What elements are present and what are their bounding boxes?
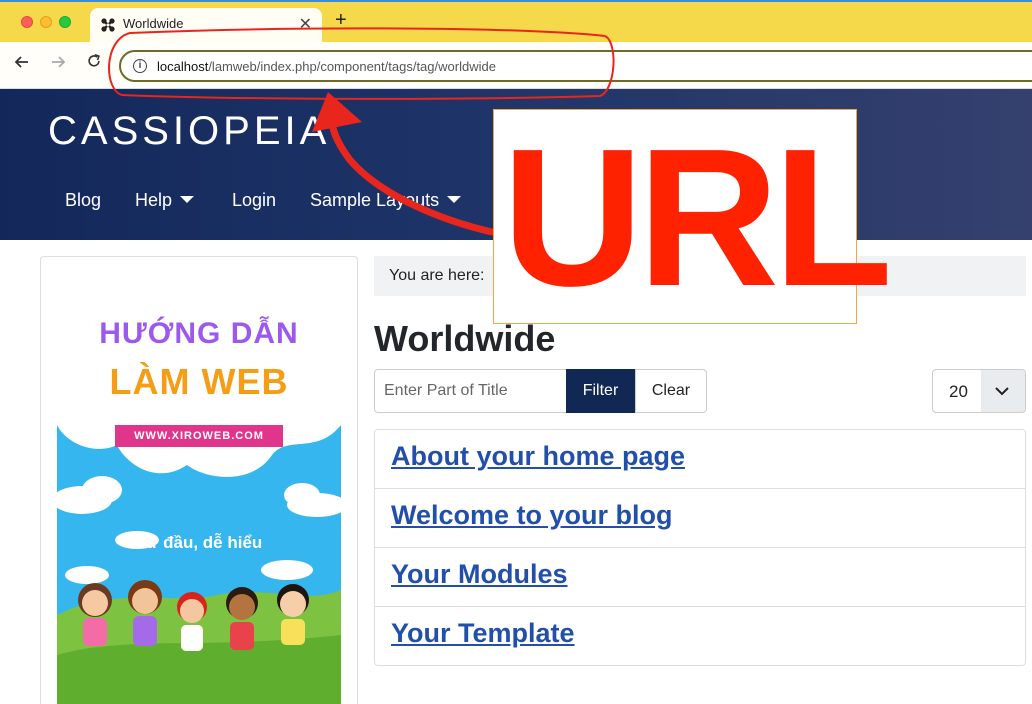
reload-icon[interactable]: [86, 53, 102, 69]
maximize-window-button[interactable]: [59, 16, 71, 28]
browser-tab-active[interactable]: Worldwide ✕: [90, 8, 322, 42]
menu-item-help[interactable]: Help: [135, 190, 195, 211]
list-limit-select[interactable]: 20: [932, 369, 1026, 413]
ad-heading-line1: HƯỚNG DẪN: [99, 317, 299, 350]
browser-toolbar: i localhost/lamweb/index.php/component/t…: [0, 42, 1032, 89]
site-brand[interactable]: CASSIOPEIA: [48, 109, 330, 154]
url-host: localhost: [157, 59, 209, 74]
close-window-button[interactable]: [21, 16, 33, 28]
ad-website-ribbon: WWW.XIROWEB.COM: [115, 425, 283, 447]
arrow-right-icon[interactable]: [49, 53, 67, 71]
menu-label: Help: [135, 190, 173, 210]
list-item: Your Modules: [375, 548, 1025, 607]
menu-item-login[interactable]: Login: [232, 190, 276, 211]
filter-search-input[interactable]: [374, 369, 567, 413]
ad-heading-line2: LÀM WEB: [109, 361, 289, 402]
clear-button[interactable]: Clear: [635, 369, 707, 413]
joomla-favicon-icon: [101, 18, 115, 32]
arrow-left-icon[interactable]: [13, 53, 31, 71]
minimize-window-button[interactable]: [40, 16, 52, 28]
filter-button[interactable]: Filter: [566, 369, 635, 413]
item-link[interactable]: Your Modules: [391, 559, 568, 590]
limit-value: 20: [949, 382, 968, 401]
tagged-items-list: About your home page Welcome to your blo…: [374, 429, 1026, 666]
site-info-icon[interactable]: i: [133, 59, 147, 73]
caret-down-icon: [447, 196, 462, 203]
list-item: About your home page: [375, 430, 1025, 489]
menu-item-sample-layouts[interactable]: Sample Layouts: [310, 190, 462, 211]
ad-tagline: Từ đầu, dễ hiểu: [135, 533, 263, 552]
item-link[interactable]: About your home page: [391, 441, 685, 472]
chevron-down-icon: [995, 387, 1009, 396]
item-link[interactable]: Welcome to your blog: [391, 500, 673, 531]
ad-banner[interactable]: HƯỚNG DẪN LÀM WEB WWW.XIROWEB.COM Từ đầu…: [57, 285, 341, 704]
menu-label: Login: [232, 190, 277, 210]
browser-tab-bar: Worldwide ✕ +: [0, 0, 1032, 42]
tab-close-icon[interactable]: ✕: [299, 14, 312, 34]
list-item: Welcome to your blog: [375, 489, 1025, 548]
breadcrumb-prefix: You are here:: [389, 267, 485, 284]
address-bar[interactable]: i localhost/lamweb/index.php/component/t…: [119, 50, 1032, 82]
menu-item-blog[interactable]: Blog: [65, 190, 101, 211]
menu-label: Sample Layouts: [310, 190, 440, 210]
menu-label: Blog: [65, 190, 102, 210]
annotation-label-box: URL: [493, 108, 893, 327]
caret-down-icon: [180, 196, 195, 203]
annotation-label: URL: [502, 108, 893, 327]
new-tab-button[interactable]: +: [335, 9, 347, 32]
tab-title: Worldwide: [123, 16, 184, 31]
item-link[interactable]: Your Template: [391, 618, 575, 649]
select-arrow[interactable]: [981, 370, 1025, 412]
list-item: Your Template: [375, 607, 1025, 665]
url-path: /lamweb/index.php/component/tags/tag/wor…: [208, 59, 496, 74]
address-url[interactable]: localhost/lamweb/index.php/component/tag…: [157, 59, 496, 74]
